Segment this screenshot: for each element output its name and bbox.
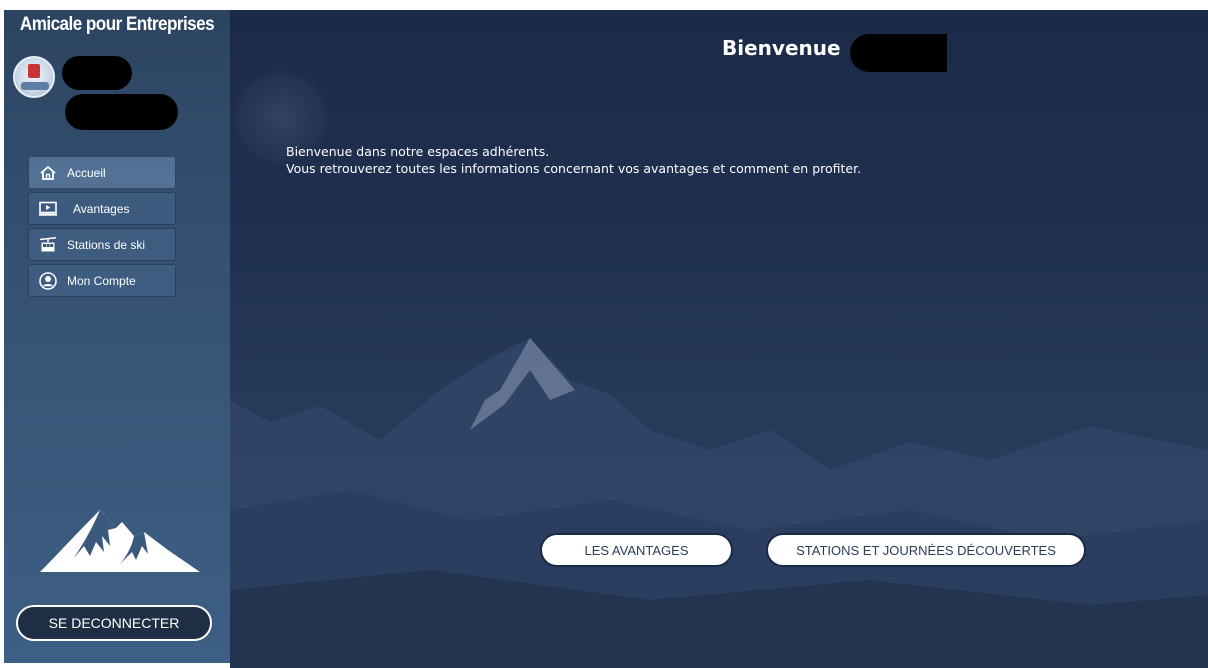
cable-car-icon: [38, 236, 58, 254]
sidebar-nav: Accueil Avantages Stations de ski Mon Co…: [28, 156, 176, 300]
redacted-user-name: [850, 34, 947, 72]
user-circle-icon: [38, 271, 58, 290]
sidebar-item-mon-compte[interactable]: Mon Compte: [28, 264, 176, 297]
mountain-logo-icon: [40, 510, 200, 572]
redacted-user-detail: [65, 94, 178, 130]
sidebar-item-label: Avantages: [73, 201, 130, 216]
avatar-base: [21, 82, 49, 90]
sidebar-item-stations[interactable]: Stations de ski: [28, 228, 176, 261]
sidebar-item-label: Stations de ski: [67, 237, 146, 252]
intro-line-2: Vous retrouverez toutes les informations…: [286, 161, 862, 176]
avatar: [13, 56, 55, 98]
page-title: Bienvenue: [722, 36, 841, 60]
intro-line-1: Bienvenue dans notre espaces adhérents.: [286, 144, 550, 159]
stations-button[interactable]: STATIONS ET JOURNÉES DÉCOUVERTES: [766, 533, 1086, 567]
sidebar: Amicale pour Entreprises Accueil Avantag…: [4, 10, 230, 663]
redacted-username: [62, 56, 132, 90]
sidebar-item-avantages[interactable]: Avantages: [28, 192, 176, 225]
presentation-icon: [38, 200, 58, 218]
main-content: Bienvenue Bienvenue dans notre espaces a…: [230, 10, 1208, 668]
logout-button[interactable]: SE DECONNECTER: [16, 605, 212, 641]
background-mountains: [230, 338, 1208, 668]
sidebar-item-accueil[interactable]: Accueil: [28, 156, 176, 189]
avantages-button[interactable]: LES AVANTAGES: [540, 533, 733, 567]
sidebar-item-label: Accueil: [67, 165, 106, 180]
intro-text: Bienvenue dans notre espaces adhérents. …: [286, 143, 861, 177]
brand-title: Amicale pour Entreprises: [19, 14, 215, 35]
avatar-flag: [28, 64, 40, 78]
sidebar-item-label: Mon Compte: [67, 273, 136, 288]
app-frame: Amicale pour Entreprises Accueil Avantag…: [4, 10, 1208, 668]
home-icon: [38, 164, 58, 182]
